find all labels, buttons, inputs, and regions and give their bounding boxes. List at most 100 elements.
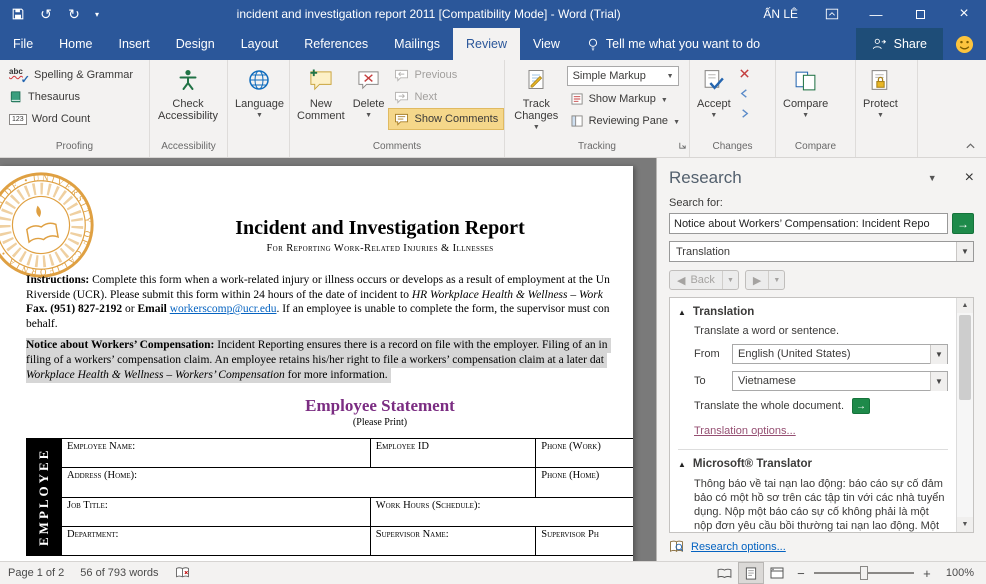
feedback-button[interactable]	[943, 28, 986, 60]
start-search-button[interactable]: →	[952, 213, 974, 234]
chevron-down-icon: ▼	[533, 124, 540, 131]
to-language-select[interactable]: Vietnamese ▼	[732, 371, 948, 391]
chevron-down-icon: ▾	[95, 10, 99, 19]
collapse-triangle-icon: ▲	[678, 308, 686, 317]
scrollbar-thumb[interactable]	[959, 315, 971, 400]
language-button[interactable]: Language ▼	[231, 62, 288, 140]
tab-view[interactable]: View	[520, 28, 573, 60]
show-markup-button[interactable]: Show Markup ▼	[565, 88, 686, 110]
table-cell[interactable]: Supervisor Name:	[370, 526, 535, 555]
protect-button[interactable]: Protect ▼	[859, 62, 902, 140]
back-history-dropdown[interactable]: ▼	[722, 271, 738, 289]
new-comment-button[interactable]: New Comment	[293, 62, 349, 140]
save-button[interactable]	[4, 0, 32, 28]
from-language-select[interactable]: English (United States) ▼	[732, 344, 948, 364]
scroll-up-button[interactable]: ▲	[957, 298, 973, 313]
next-change-button[interactable]	[737, 106, 753, 120]
minimize-button[interactable]: —	[854, 0, 898, 28]
word-count-button[interactable]: 123 Word Count	[3, 108, 139, 130]
table-cell[interactable]: Phone (Work)	[536, 439, 633, 468]
table-cell[interactable]: Supervisor Ph	[536, 526, 633, 555]
results-scrollbar[interactable]: ▲ ▼	[956, 298, 973, 532]
previous-change-button[interactable]	[737, 86, 753, 100]
chevron-down-icon: ▼	[673, 119, 680, 126]
scrollbar-track[interactable]	[957, 313, 973, 517]
reject-change-button[interactable]	[737, 66, 753, 80]
translator-section-header[interactable]: ▲ Microsoft® Translator	[678, 458, 948, 470]
undo-button[interactable]: ↺	[32, 0, 60, 28]
read-mode-button[interactable]	[712, 562, 738, 584]
research-options-link[interactable]: Research options...	[691, 541, 786, 553]
reviewing-pane-button[interactable]: Reviewing Pane ▼	[565, 110, 686, 132]
tab-layout[interactable]: Layout	[228, 28, 292, 60]
translation-section-header[interactable]: ▲ Translation	[678, 306, 948, 318]
zoom-slider-thumb[interactable]	[860, 566, 868, 580]
forward-button[interactable]: ▶ ▼	[745, 270, 785, 290]
pane-options-button[interactable]: ▼	[928, 173, 937, 183]
tab-mailings[interactable]: Mailings	[381, 28, 453, 60]
tell-me-box[interactable]: Tell me what you want to do	[573, 28, 774, 60]
group-language: Language ▼	[228, 60, 290, 157]
employee-table[interactable]: EMPLOYEE Employee Name: Employee ID Phon…	[26, 438, 633, 556]
zoom-slider[interactable]	[814, 572, 914, 574]
word-count-indicator[interactable]: 56 of 793 words	[72, 562, 166, 584]
translate-document-button[interactable]: →	[852, 398, 870, 414]
compare-button[interactable]: Compare ▼	[779, 62, 832, 140]
tab-insert[interactable]: Insert	[106, 28, 163, 60]
tab-review[interactable]: Review	[453, 28, 520, 60]
reference-source-select[interactable]: Translation ▼	[669, 241, 974, 262]
table-cell[interactable]: Employee ID	[370, 439, 535, 468]
print-layout-button[interactable]	[738, 562, 764, 584]
translation-options-link[interactable]: Translation options...	[694, 425, 796, 437]
scroll-down-button[interactable]: ▼	[957, 517, 973, 532]
close-pane-button[interactable]: ×	[965, 170, 974, 186]
table-cell[interactable]: Employee Name:	[62, 439, 371, 468]
ribbon-display-options-button[interactable]	[810, 0, 854, 28]
reviewing-pane-icon	[571, 115, 584, 127]
display-for-review-select[interactable]: Simple Markup ▼	[567, 66, 679, 86]
maximize-button[interactable]	[898, 0, 942, 28]
redo-button[interactable]: ↻	[60, 0, 88, 28]
document-canvas[interactable]: UNIVERSITY OF CALIFORNIA • RIVERSIDE • I…	[0, 158, 656, 561]
thesaurus-button[interactable]: Thesaurus	[3, 86, 139, 108]
group-label-proofing: Proofing	[0, 140, 149, 157]
previous-comment-button[interactable]: Previous	[388, 64, 504, 86]
tab-home[interactable]: Home	[46, 28, 105, 60]
share-button[interactable]: Share	[856, 28, 943, 60]
show-comments-toggle[interactable]: Show Comments	[388, 108, 504, 130]
document-page[interactable]: UNIVERSITY OF CALIFORNIA • RIVERSIDE • I…	[0, 166, 633, 561]
forward-history-dropdown[interactable]: ▼	[768, 271, 784, 289]
tab-references[interactable]: References	[291, 28, 381, 60]
web-layout-button[interactable]	[764, 562, 790, 584]
track-changes-button[interactable]: Track Changes ▼	[508, 62, 565, 140]
spelling-grammar-button[interactable]: abc✓ Spelling & Grammar	[3, 64, 139, 86]
customize-qat-button[interactable]: ▾	[88, 0, 106, 28]
delete-comment-button[interactable]: Delete ▼	[349, 62, 389, 140]
tab-file[interactable]: File	[0, 28, 46, 60]
table-cell[interactable]: Phone (Home)	[536, 468, 633, 497]
back-button[interactable]: ◀Back ▼	[669, 270, 739, 290]
proofing-status-button[interactable]	[167, 562, 198, 584]
zoom-out-button[interactable]: −	[790, 566, 812, 581]
next-comment-button[interactable]: Next	[388, 86, 504, 108]
tabrow-spacer	[774, 28, 856, 60]
table-cell[interactable]: Job Title:	[62, 497, 371, 526]
zoom-in-button[interactable]: +	[916, 566, 938, 581]
table-cell[interactable]: Department:	[62, 526, 371, 555]
check-accessibility-button[interactable]: Check Accessibility	[153, 62, 223, 140]
email-link[interactable]: workerscomp@ucr.edu	[170, 303, 277, 315]
dialog-launcher-icon	[678, 141, 687, 150]
signed-in-user[interactable]: ẤN LÊ	[763, 7, 798, 21]
close-icon: ×	[959, 5, 968, 23]
zoom-level[interactable]: 100%	[938, 567, 986, 579]
table-cell[interactable]: Work Hours (Schedule):	[370, 497, 633, 526]
please-print-subheading: (Please Print)	[26, 416, 633, 429]
tab-design[interactable]: Design	[163, 28, 228, 60]
page-indicator[interactable]: Page 1 of 2	[0, 562, 72, 584]
tracking-dialog-launcher[interactable]	[678, 141, 687, 155]
collapse-ribbon-button[interactable]	[965, 137, 976, 155]
table-cell[interactable]: Address (Home):	[62, 468, 536, 497]
close-button[interactable]: ×	[942, 0, 986, 28]
research-search-input[interactable]	[669, 213, 948, 234]
accept-button[interactable]: Accept ▼	[693, 62, 735, 140]
